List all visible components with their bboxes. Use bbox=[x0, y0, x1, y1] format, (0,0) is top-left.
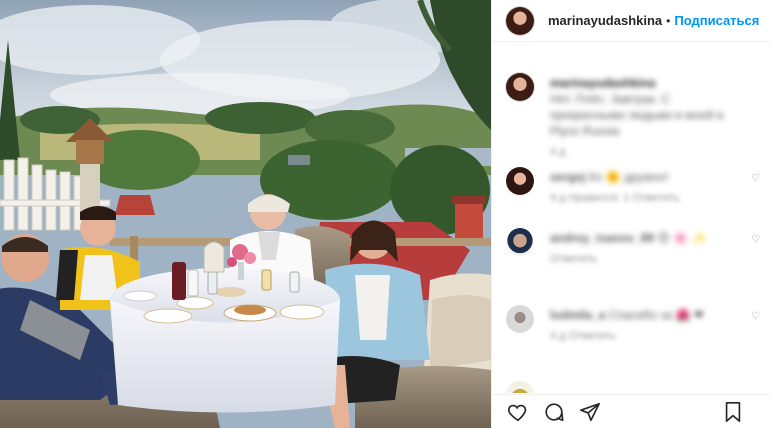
comment-avatar[interactable] bbox=[506, 305, 534, 333]
author-username[interactable]: marinayudashkina bbox=[548, 13, 662, 28]
comments-list[interactable]: marinayudashkina Нет. Плёс. Завтрак. С п… bbox=[492, 43, 770, 393]
comment-text: Ко 🌞 дружно! bbox=[588, 170, 669, 184]
comment-like-icon[interactable]: ♡ bbox=[751, 311, 760, 322]
comment-body: sergej Ко 🌞 дружно! 4 д Нравится: 1 Отве… bbox=[550, 169, 760, 206]
comment-body: andrey_ivanov_89 😍 🌸 ✨ Ответить bbox=[550, 230, 760, 267]
comment-text: Спасибо за 🌺 ❤ bbox=[608, 308, 704, 322]
follow-button[interactable]: Подписаться bbox=[674, 13, 759, 28]
comment-author[interactable]: ludmila_a bbox=[550, 308, 605, 322]
comment-text-line: Plyos Russia bbox=[550, 124, 620, 138]
comment-avatar[interactable] bbox=[506, 381, 534, 393]
comment-author[interactable]: marinayudashkina bbox=[550, 75, 760, 91]
comment-meta: Ответить bbox=[550, 253, 598, 265]
post-header: marinayudashkina • Подписаться bbox=[492, 0, 770, 42]
post-actions-bar bbox=[492, 394, 770, 428]
comment-like-icon[interactable]: ♡ bbox=[751, 173, 760, 184]
share-icon[interactable] bbox=[578, 400, 602, 424]
comment-body: marinayudashkina Нет. Плёс. Завтрак. С п… bbox=[550, 75, 760, 160]
comment-text-line: ludmila_a Спасибо за 🌺 ❤ bbox=[550, 307, 760, 323]
comment-avatar[interactable] bbox=[506, 73, 534, 101]
comment-author[interactable]: sergej bbox=[550, 170, 585, 184]
comment-text-line: andrey_ivanov_89 😍 🌸 ✨ bbox=[550, 230, 760, 246]
comment-body: ludmila_a Спасибо за 🌺 ❤ 4 д Ответить bbox=[550, 307, 760, 344]
comment-text-line: Нет. Плёс. Завтрак. С bbox=[550, 92, 671, 106]
comment-meta: 4 д Нравится: 1 Ответить bbox=[550, 192, 680, 204]
comment-avatar[interactable] bbox=[506, 167, 534, 195]
comment-text: 😍 🌸 ✨ bbox=[657, 231, 707, 245]
header-separator: • bbox=[666, 13, 671, 28]
comment-meta: 4 д bbox=[550, 146, 566, 158]
comment-text-line: sergej Ко 🌞 дружно! bbox=[550, 169, 760, 185]
comment-avatar[interactable] bbox=[506, 228, 534, 256]
post-photo[interactable] bbox=[0, 0, 491, 428]
comment-icon[interactable] bbox=[542, 400, 566, 424]
comment-like-icon[interactable]: ♡ bbox=[751, 234, 760, 245]
heart-icon[interactable] bbox=[506, 400, 530, 424]
bookmark-icon[interactable] bbox=[721, 400, 745, 424]
comment-text-line: прекрасными людьми и моей в bbox=[550, 108, 724, 122]
post-sidebar: marinayudashkina • Подписаться marinayud… bbox=[491, 0, 770, 428]
author-avatar[interactable] bbox=[506, 6, 534, 35]
comment-author[interactable]: andrey_ivanov_89 bbox=[550, 231, 654, 245]
comment-meta: 4 д Ответить bbox=[550, 330, 616, 342]
post-photo-image bbox=[0, 0, 491, 428]
